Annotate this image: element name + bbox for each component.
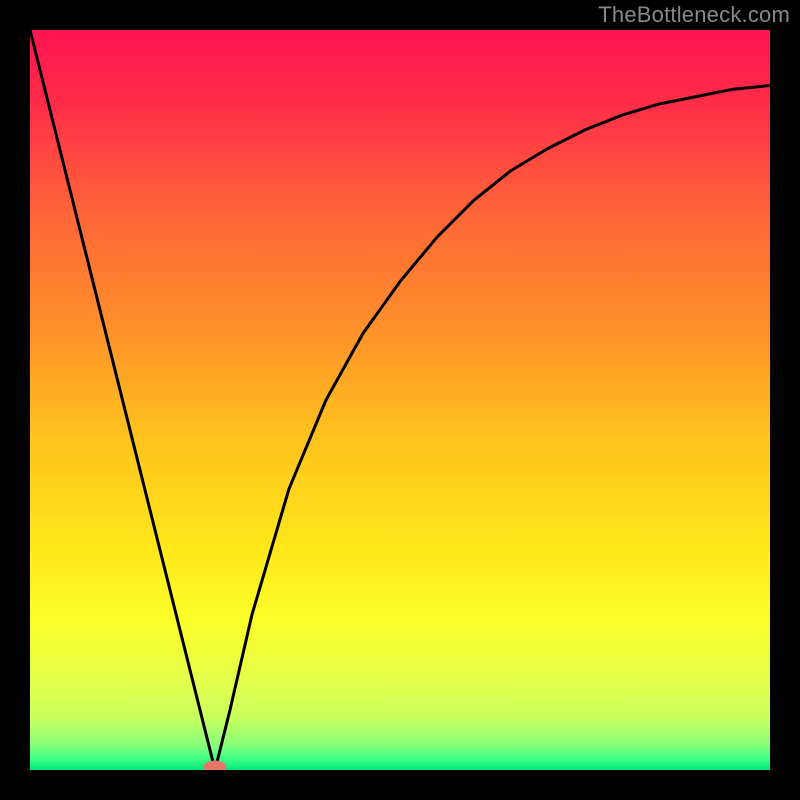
chart-svg [30, 30, 770, 770]
attribution-text: TheBottleneck.com [598, 2, 790, 28]
plot-area [30, 30, 770, 770]
optimal-point-marker [204, 761, 226, 770]
chart-container: TheBottleneck.com [0, 0, 800, 800]
gradient-background [30, 30, 770, 770]
